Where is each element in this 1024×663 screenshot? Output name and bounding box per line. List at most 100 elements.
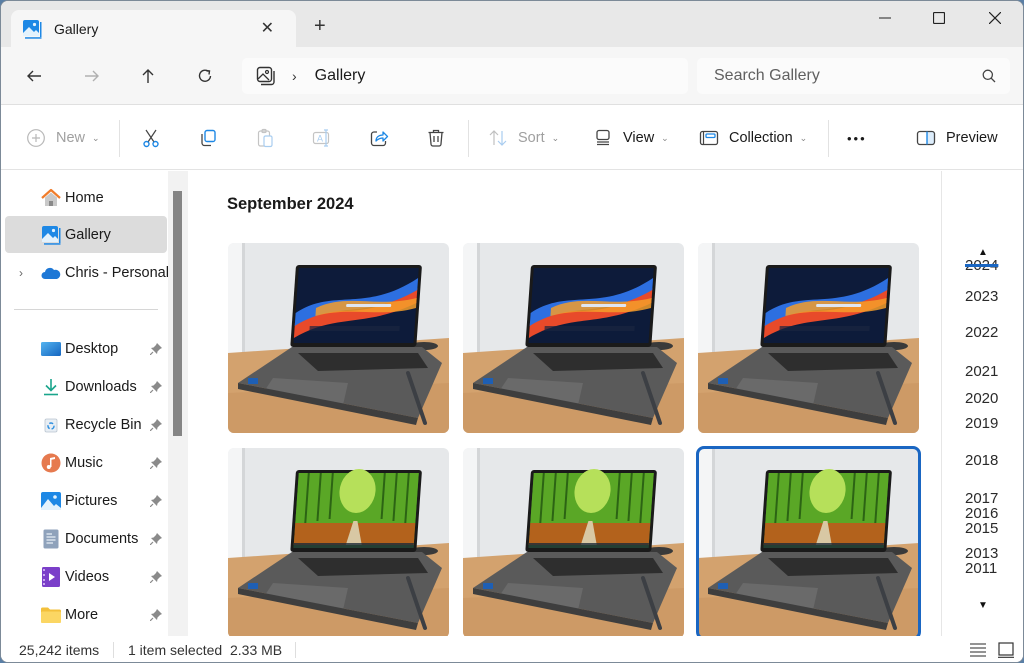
home-icon — [41, 188, 61, 208]
desktop-icon — [41, 339, 61, 359]
rename-icon: A — [312, 129, 330, 147]
pin-icon[interactable] — [150, 342, 162, 355]
tab-gallery[interactable]: Gallery ✕ — [11, 10, 296, 47]
status-bar: 25,242 items 1 item selected 2.33 MB — [1, 636, 1023, 662]
sidebar-item-gallery[interactable]: Gallery — [5, 216, 167, 253]
sidebar-item-recycle-bin[interactable]: Recycle Bin — [5, 406, 167, 443]
search-input[interactable] — [714, 67, 964, 85]
refresh-button[interactable] — [192, 63, 218, 89]
maximize-button[interactable] — [914, 1, 964, 35]
refresh-icon — [198, 69, 212, 82]
pin-icon[interactable] — [150, 380, 162, 393]
copy-button[interactable] — [198, 124, 218, 152]
sidebar-label: Desktop — [65, 340, 119, 357]
timeline-year[interactable]: 2022 — [965, 324, 998, 341]
sidebar-label: Downloads — [65, 378, 137, 395]
breadcrumb-separator[interactable]: › — [292, 68, 297, 84]
close-tab-icon[interactable]: ✕ — [261, 18, 274, 38]
breadcrumb-gallery[interactable]: Gallery — [315, 67, 366, 85]
chevron-down-icon: ⌄ — [799, 132, 808, 143]
new-tab-button[interactable]: + — [314, 16, 326, 36]
videos-icon — [41, 566, 61, 587]
sidebar-label: Documents — [65, 530, 139, 547]
share-button[interactable] — [369, 124, 389, 152]
cut-button[interactable] — [141, 124, 161, 152]
more-options-button[interactable]: ••• — [847, 124, 867, 152]
chevron-down-icon: ⌄ — [92, 132, 100, 143]
sidebar-label: Home — [65, 189, 104, 206]
pin-icon[interactable] — [150, 456, 162, 469]
pin-icon[interactable] — [150, 608, 162, 621]
status-divider — [295, 642, 296, 658]
gallery-content: September 2024 — [189, 171, 1023, 640]
sidebar-item-videos[interactable]: Videos — [5, 558, 167, 595]
view-button[interactable]: View ⌄ — [593, 124, 669, 152]
recycle-bin-icon — [41, 415, 61, 435]
sidebar-label: Chris - Personal — [65, 264, 169, 281]
folder-icon — [41, 605, 61, 625]
collection-icon — [699, 130, 719, 146]
search-box[interactable] — [697, 58, 1010, 94]
sort-button[interactable]: Sort ⌄ — [488, 124, 559, 152]
sidebar-item-music[interactable]: Music — [5, 444, 167, 481]
large-icons-view-button[interactable] — [995, 639, 1017, 661]
gallery-icon — [41, 225, 61, 245]
onedrive-cloud-icon — [41, 263, 61, 283]
search-icon[interactable] — [982, 69, 996, 83]
close-window-button[interactable] — [970, 1, 1020, 35]
sidebar-scrollbar-thumb[interactable] — [173, 191, 182, 436]
new-button[interactable]: New ⌄ — [26, 124, 100, 152]
collection-label: Collection — [729, 130, 793, 146]
sidebar-item-downloads[interactable]: Downloads — [5, 368, 167, 405]
share-icon — [370, 131, 389, 147]
photo-thumbnail[interactable] — [463, 448, 684, 638]
documents-icon — [41, 529, 61, 549]
toolbar-divider — [828, 120, 829, 157]
photo-image — [228, 243, 449, 433]
toolbar-divider — [468, 120, 469, 157]
pin-icon[interactable] — [150, 532, 162, 545]
tab-title: Gallery — [54, 20, 99, 37]
paste-button[interactable] — [255, 124, 275, 152]
sidebar-item-desktop[interactable]: Desktop — [5, 330, 167, 367]
pin-icon[interactable] — [150, 494, 162, 507]
timeline-down-arrow-icon[interactable]: ▼ — [978, 600, 988, 611]
timeline-scrubber[interactable]: ▲ 2024 2023 2022 2021 2020 2019 2018 2017 2016 20… — [941, 171, 1023, 636]
collection-button[interactable]: Collection ⌄ — [699, 124, 807, 152]
pin-icon[interactable] — [150, 418, 162, 431]
timeline-year[interactable]: 2020 — [965, 390, 998, 407]
rename-button[interactable]: A — [312, 124, 332, 152]
sidebar-item-onedrive[interactable]: › Chris - Personal — [5, 254, 169, 291]
sidebar-item-more[interactable]: More — [5, 596, 167, 633]
close-icon — [989, 12, 1001, 24]
pin-icon[interactable] — [150, 570, 162, 583]
timeline-year[interactable]: 2018 — [965, 452, 998, 469]
sort-icon — [489, 130, 507, 146]
photo-thumbnail[interactable] — [696, 446, 921, 640]
chevron-right-icon[interactable]: › — [19, 266, 23, 280]
back-button[interactable] — [21, 63, 47, 89]
photo-thumbnail[interactable] — [228, 448, 449, 638]
details-view-button[interactable] — [967, 639, 989, 661]
sidebar-item-documents[interactable]: Documents — [5, 520, 167, 557]
photo-thumbnail[interactable] — [228, 243, 449, 433]
timeline-year[interactable]: 2011 — [965, 560, 997, 577]
photo-thumbnail[interactable] — [698, 243, 919, 433]
timeline-year[interactable]: 2023 — [965, 288, 998, 305]
timeline-year[interactable]: 2019 — [965, 415, 998, 432]
item-count: 25,242 items — [19, 642, 100, 658]
download-icon — [41, 377, 61, 397]
address-bar[interactable]: › Gallery — [242, 58, 688, 94]
preview-pane-button[interactable]: Preview — [916, 124, 998, 152]
delete-button[interactable] — [426, 124, 446, 152]
forward-button[interactable] — [79, 63, 105, 89]
photo-thumbnail[interactable] — [463, 243, 684, 433]
toolbar-divider — [119, 120, 120, 157]
timeline-year[interactable]: 2024 — [965, 257, 998, 274]
minimize-button[interactable] — [860, 1, 910, 35]
sidebar-item-home[interactable]: Home — [5, 179, 167, 216]
sidebar-item-pictures[interactable]: Pictures — [5, 482, 167, 519]
timeline-year[interactable]: 2015 — [965, 520, 998, 537]
up-button[interactable] — [135, 63, 161, 89]
timeline-year[interactable]: 2021 — [965, 363, 998, 380]
